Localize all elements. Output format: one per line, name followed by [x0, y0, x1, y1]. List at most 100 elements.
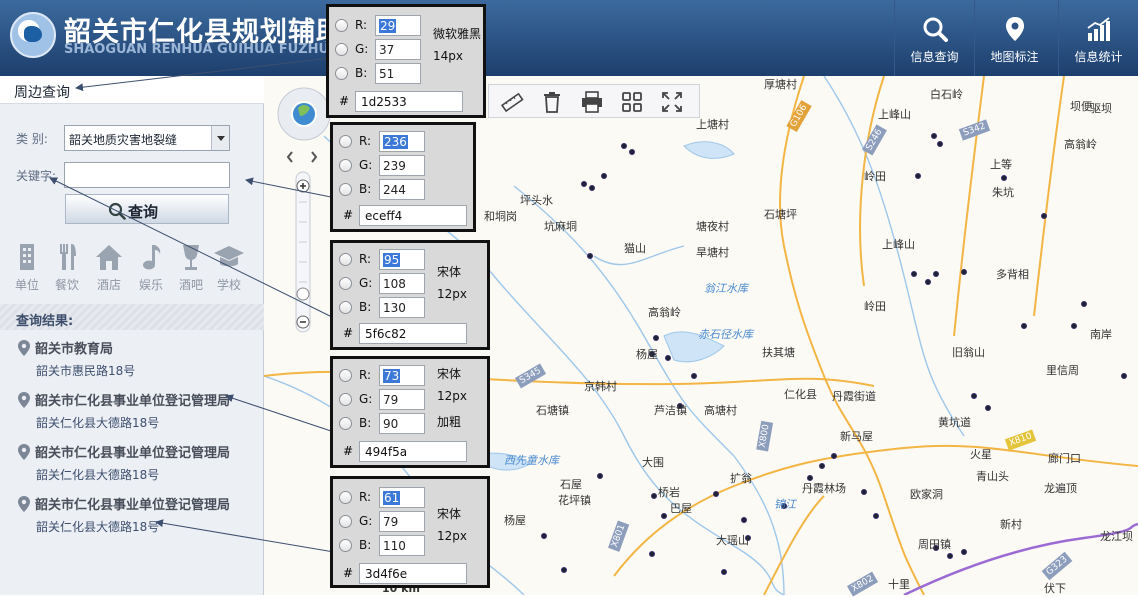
search-button[interactable]: 查询: [65, 194, 229, 224]
hex-field[interactable]: eceff4: [359, 205, 467, 226]
radio-g[interactable]: [339, 159, 352, 172]
poi-label: 酒吧: [178, 278, 203, 292]
result-name[interactable]: 韶关市教育局: [35, 338, 113, 357]
printer-icon[interactable]: [579, 90, 605, 114]
chevron-right-icon[interactable]: [311, 151, 318, 163]
b-value-field[interactable]: 244: [379, 179, 425, 200]
result-name[interactable]: 韶关市仁化县事业单位登记管理局: [35, 390, 230, 409]
map-label: 京韩村: [584, 380, 617, 393]
b-label: B:: [359, 300, 372, 314]
radio-r[interactable]: [335, 19, 348, 32]
g-value-field[interactable]: 37: [375, 39, 421, 60]
map-annotate-label: 地图标注: [990, 50, 1039, 64]
hex-field[interactable]: 1d2533: [355, 91, 463, 112]
radio-g[interactable]: [335, 43, 348, 56]
g-value-field[interactable]: 79: [379, 389, 425, 410]
g-value-field[interactable]: 79: [379, 511, 425, 532]
map-label: 和垌岗: [484, 210, 517, 223]
b-value-field[interactable]: 130: [379, 297, 425, 318]
radio-g[interactable]: [339, 393, 352, 406]
r-label: R:: [359, 134, 372, 148]
map-label: 坪头水: [520, 194, 553, 207]
poi-school[interactable]: 学校: [212, 242, 246, 293]
poi-entertainment[interactable]: 娱乐: [134, 242, 168, 293]
font-size-note: 12px: [437, 389, 467, 403]
info-query-button[interactable]: 信息查询: [894, 0, 974, 76]
map-label: 伏下: [1044, 582, 1066, 595]
radio-b[interactable]: [335, 67, 348, 80]
r-value: 236: [383, 135, 408, 149]
search-button-label: 查询: [128, 203, 159, 221]
tab-nearby-search[interactable]: 周边查询: [0, 76, 264, 104]
font-note: 微软雅黑: [433, 27, 482, 41]
result-address: 韶关仁化县大德路18号: [36, 520, 160, 534]
r-value: 29: [379, 19, 397, 33]
r-label: R:: [359, 368, 372, 382]
map-label: 十里: [888, 578, 910, 591]
keyword-input[interactable]: [64, 162, 230, 188]
trash-icon[interactable]: [539, 90, 565, 114]
r-value-field[interactable]: 236: [379, 131, 425, 152]
g-label: G:: [355, 42, 369, 56]
r-value-field[interactable]: 29: [375, 15, 421, 36]
map-label: 扶其塘: [762, 346, 795, 359]
house-icon: [96, 245, 122, 270]
hash-label: #: [343, 326, 354, 340]
result-name[interactable]: 韶关市仁化县事业单位登记管理局: [35, 494, 230, 513]
radio-b[interactable]: [339, 417, 352, 430]
map-label: 花坪镇: [558, 494, 591, 507]
b-value-field[interactable]: 90: [379, 413, 425, 434]
poi-dining[interactable]: 餐饮: [50, 242, 84, 293]
poi-bar[interactable]: 酒吧: [174, 242, 208, 293]
hash-label: #: [343, 208, 354, 222]
map-pin-icon: [1005, 17, 1024, 41]
tab-label: 周边查询: [14, 85, 70, 101]
zoom-handle[interactable]: [296, 287, 310, 301]
map-label: 芦洁镇: [654, 404, 687, 417]
r-label: R:: [355, 18, 368, 32]
r-value-field[interactable]: 73: [379, 365, 425, 386]
map-label: 扩翁: [730, 472, 752, 485]
radio-r[interactable]: [339, 135, 352, 148]
location-pin-icon: [18, 340, 30, 356]
radio-r[interactable]: [339, 253, 352, 266]
reservoirs: [473, 141, 735, 471]
radio-r[interactable]: [339, 491, 352, 504]
r-value-field[interactable]: 61: [379, 487, 425, 508]
g-value-field[interactable]: 239: [379, 155, 425, 176]
radio-b[interactable]: [339, 183, 352, 196]
poi-hotel[interactable]: 酒店: [92, 242, 126, 293]
hex-field[interactable]: 3d4f6e: [359, 563, 467, 584]
search-icon: [923, 17, 948, 42]
map-label: 岭田: [864, 170, 886, 183]
radio-r[interactable]: [339, 369, 352, 382]
result-name[interactable]: 韶关市仁化县事业单位登记管理局: [35, 442, 230, 461]
hex-field[interactable]: 5f6c82: [359, 323, 467, 344]
color-panel: R: 236 G: 239 B: 244 # eceff4: [330, 122, 476, 232]
g-value-field[interactable]: 108: [379, 273, 425, 294]
map-annotate-button[interactable]: 地图标注: [974, 0, 1054, 76]
chevron-down-icon[interactable]: [211, 126, 229, 150]
hex-field[interactable]: 494f5a: [359, 441, 467, 462]
radio-g[interactable]: [339, 515, 352, 528]
radio-g[interactable]: [339, 277, 352, 290]
category-select[interactable]: 韶关地质灾害地裂缝: [64, 125, 230, 151]
keyword-label: 关键字:: [16, 169, 57, 183]
map-label: 石屋: [560, 478, 582, 491]
ruler-icon[interactable]: [499, 90, 525, 114]
b-value-field[interactable]: 110: [379, 535, 425, 556]
poi-unit[interactable]: 单位: [10, 242, 44, 293]
font-weight-note: 加粗: [437, 415, 462, 429]
poi-label: 酒店: [96, 278, 121, 292]
radio-b[interactable]: [339, 539, 352, 552]
fork-knife-icon: [60, 244, 76, 270]
radio-b[interactable]: [339, 301, 352, 314]
grid-icon[interactable]: [619, 90, 645, 114]
fullscreen-icon[interactable]: [659, 90, 685, 114]
water-label: 锦江: [774, 498, 796, 511]
b-value-field[interactable]: 51: [375, 63, 421, 84]
zoom-slider-track[interactable]: [295, 171, 311, 333]
chevron-left-icon[interactable]: [286, 151, 293, 163]
r-value-field[interactable]: 95: [379, 249, 425, 270]
info-stats-button[interactable]: 信息统计: [1058, 0, 1138, 76]
